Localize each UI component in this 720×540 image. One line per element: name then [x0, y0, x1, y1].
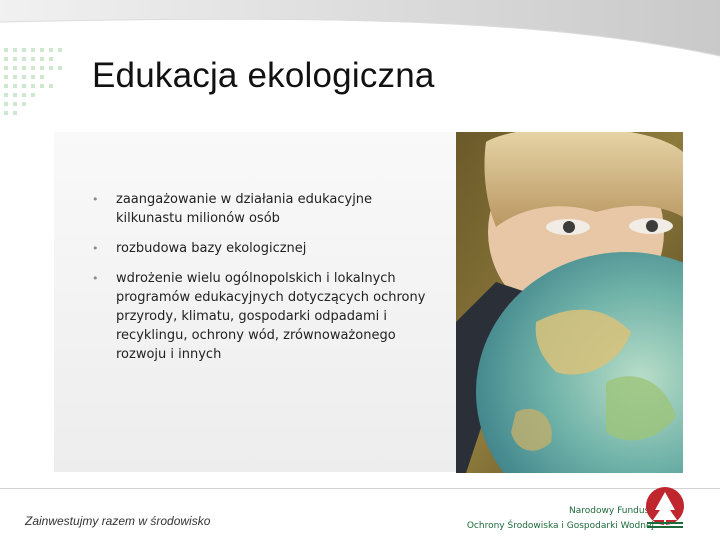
bullet-item: • zaangażowanie w działania edukacyjne k…: [92, 190, 442, 228]
bullet-item: • rozbudowa bazy ekologicznej: [92, 239, 442, 258]
bullet-item: • wdrożenie wielu ogólnopolskich i lokal…: [92, 269, 442, 364]
footer-divider: [0, 488, 720, 489]
header-swoosh: [0, 0, 720, 57]
footer-tagline: Zainwestujmy razem w środowisko: [25, 514, 211, 528]
dot-grid-decoration: [4, 48, 62, 115]
fund-name-line-2: Ochrony Środowiska i Gospodarki Wodnej: [466, 521, 654, 531]
child-with-globe-photo: [456, 132, 683, 473]
fund-name: Narodowy Fundusz Ochrony Środowiska i Go…: [467, 504, 654, 534]
slide-title: Edukacja ekologiczna: [92, 56, 435, 95]
content-panel: • zaangażowanie w działania edukacyjne k…: [54, 132, 458, 472]
bullet-text: wdrożenie wielu ogólnopolskich i lokalny…: [116, 271, 426, 362]
bullet-text: zaangażowanie w działania edukacyjne kil…: [116, 192, 373, 226]
bullet-dot-icon: •: [92, 193, 99, 206]
bullet-dot-icon: •: [92, 272, 99, 285]
fund-logo-icon: [646, 487, 684, 528]
bullet-dot-icon: •: [92, 242, 99, 255]
fund-name-line-1: Narodowy Fundusz: [569, 506, 654, 516]
bullet-list: • zaangażowanie w działania edukacyjne k…: [92, 190, 442, 375]
bullet-text: rozbudowa bazy ekologicznej: [116, 241, 307, 256]
